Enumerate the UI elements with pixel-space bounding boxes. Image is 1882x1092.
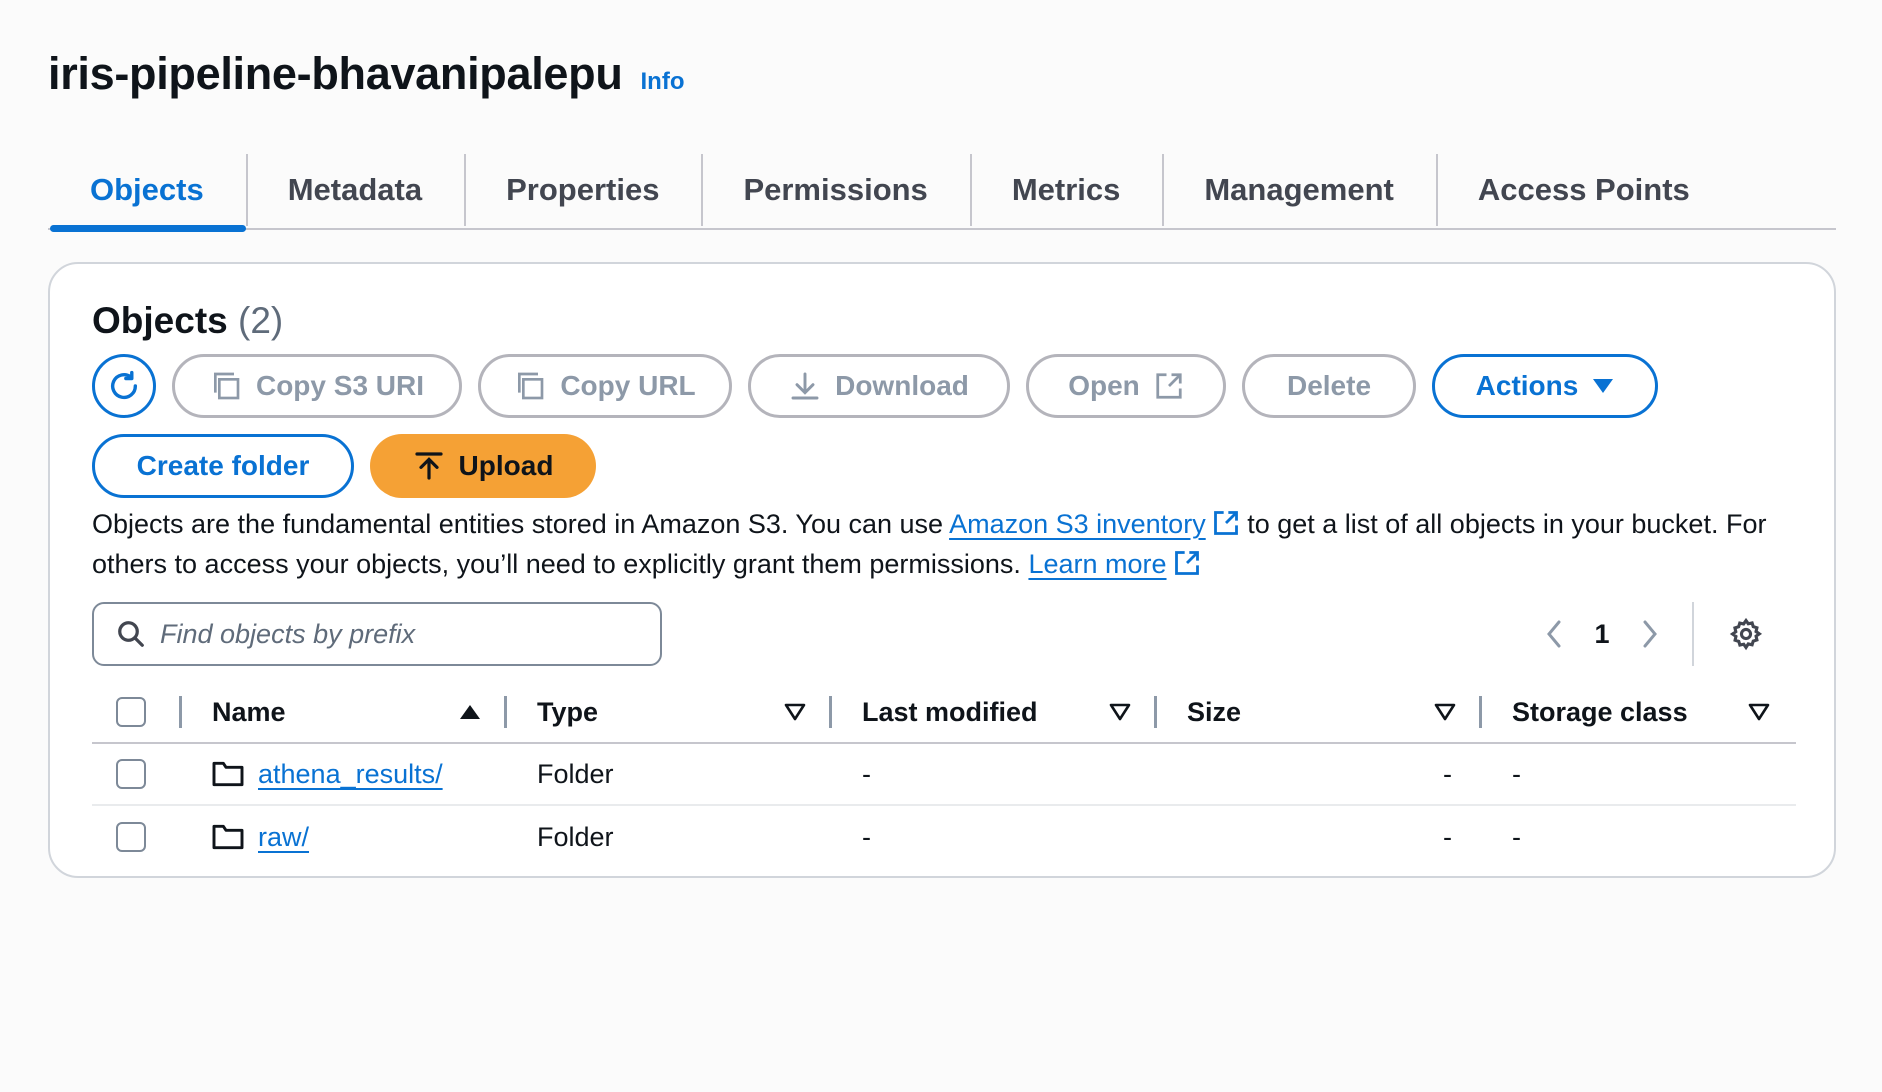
tab-objects[interactable]: Objects — [48, 152, 246, 232]
external-link-icon — [1174, 551, 1199, 575]
column-label: Name — [212, 696, 286, 727]
type-cell: Folder — [537, 821, 614, 852]
table-row: athena_results/ Folder - - - — [92, 744, 1796, 806]
create-folder-button[interactable]: Create folder — [92, 434, 354, 498]
external-link-icon — [1156, 373, 1182, 399]
previous-page-button[interactable] — [1526, 606, 1582, 662]
type-cell: Folder — [537, 758, 614, 789]
open-button[interactable]: Open — [1026, 354, 1226, 418]
folder-icon — [212, 824, 244, 850]
chevron-right-icon — [1643, 620, 1657, 648]
select-all-cell — [92, 682, 182, 742]
tab-metadata[interactable]: Metadata — [245, 152, 464, 228]
page-header: iris-pipeline-bhavanipalepu Info — [48, 48, 685, 100]
row-select-cell — [92, 744, 182, 804]
pagination-divider — [1692, 602, 1694, 666]
folder-link[interactable]: athena_results/ — [258, 759, 443, 790]
open-label: Open — [1068, 370, 1140, 401]
column-label: Size — [1187, 696, 1242, 727]
objects-table: Name Type Last modified Size Storage cla… — [92, 682, 1796, 868]
download-button[interactable]: Download — [748, 354, 1010, 418]
search-icon — [118, 621, 144, 647]
storage-class-cell: - — [1512, 758, 1521, 789]
column-label: Type — [537, 696, 599, 727]
last-modified-cell: - — [862, 758, 871, 789]
copy-s3-uri-label: Copy S3 URI — [255, 370, 425, 401]
page-title: iris-pipeline-bhavanipalepu — [48, 48, 623, 99]
sort-icon — [784, 703, 806, 721]
column-header-last-modified[interactable]: Last modified — [832, 682, 1157, 742]
tab-bar: Objects Metadata Properties Permissions … — [48, 152, 1836, 232]
name-cell: athena_results/ — [182, 744, 507, 804]
refresh-icon — [110, 370, 138, 400]
row-checkbox[interactable] — [116, 759, 146, 789]
download-label: Download — [835, 370, 969, 401]
create-folder-label: Create folder — [136, 450, 310, 481]
tab-metrics[interactable]: Metrics — [969, 152, 1163, 228]
copy-s3-uri-button[interactable]: Copy S3 URI — [172, 354, 462, 418]
actions-label: Actions — [1475, 370, 1579, 401]
folder-link[interactable]: raw/ — [258, 822, 309, 853]
row-checkbox[interactable] — [116, 822, 146, 852]
sort-icon — [1109, 703, 1131, 721]
current-page[interactable]: 1 — [1582, 619, 1622, 650]
table-header: Name Type Last modified Size Storage cla… — [92, 682, 1796, 744]
chevron-left-icon — [1547, 620, 1561, 648]
objects-container: Objects (2) Copy S3 URI Copy URL Downloa… — [48, 262, 1836, 878]
upload-icon — [414, 452, 443, 480]
refresh-button[interactable] — [92, 354, 156, 418]
objects-heading: Objects (2) — [92, 300, 283, 342]
sort-icon — [1434, 703, 1456, 721]
tab-management[interactable]: Management — [1162, 152, 1435, 228]
copy-url-label: Copy URL — [560, 370, 696, 401]
tab-properties[interactable]: Properties — [464, 152, 701, 228]
size-cell: - — [1157, 806, 1482, 868]
tab-permissions[interactable]: Permissions — [701, 152, 969, 228]
info-link[interactable]: Info — [641, 68, 685, 96]
tab-access-points[interactable]: Access Points — [1435, 152, 1732, 228]
column-header-size[interactable]: Size — [1157, 682, 1482, 742]
objects-title: Objects — [92, 300, 228, 341]
delete-label: Delete — [1286, 370, 1372, 401]
select-all-checkbox[interactable] — [116, 697, 146, 727]
sort-ascending-icon — [460, 705, 480, 719]
column-header-name[interactable]: Name — [182, 682, 507, 742]
copy-icon — [213, 372, 240, 400]
search-box[interactable] — [92, 602, 662, 666]
last-modified-cell: - — [862, 821, 871, 852]
row-select-cell — [92, 806, 182, 868]
external-link-icon — [1213, 511, 1238, 535]
column-label: Last modified — [862, 696, 1038, 727]
download-icon — [791, 372, 819, 400]
objects-count: (2) — [238, 300, 284, 341]
preferences-button[interactable] — [1718, 606, 1774, 662]
caret-down-icon — [1593, 379, 1614, 393]
next-page-button[interactable] — [1622, 606, 1678, 662]
column-header-storage-class[interactable]: Storage class — [1482, 682, 1796, 742]
upload-label: Upload — [458, 450, 554, 481]
upload-button[interactable]: Upload — [370, 434, 596, 498]
s3-inventory-link[interactable]: Amazon S3 inventory — [949, 509, 1206, 539]
folder-icon — [212, 761, 244, 787]
actions-button[interactable]: Actions — [1432, 354, 1658, 418]
delete-button[interactable]: Delete — [1242, 354, 1416, 418]
copy-icon — [518, 372, 544, 400]
column-header-type[interactable]: Type — [507, 682, 832, 742]
size-value: - — [1443, 758, 1452, 789]
storage-class-cell: - — [1512, 821, 1521, 852]
objects-description: Objects are the fundamental entities sto… — [92, 504, 1792, 584]
learn-more-link[interactable]: Learn more — [1028, 549, 1166, 579]
size-cell: - — [1157, 744, 1482, 804]
search-input[interactable] — [160, 618, 640, 650]
gear-icon — [1729, 617, 1763, 651]
table-row: raw/ Folder - - - — [92, 806, 1796, 868]
size-value: - — [1443, 821, 1452, 852]
column-label: Storage class — [1512, 696, 1688, 727]
description-text: Objects are the fundamental entities sto… — [92, 509, 950, 539]
copy-url-button[interactable]: Copy URL — [478, 354, 732, 418]
name-cell: raw/ — [182, 806, 507, 868]
sort-icon — [1748, 703, 1770, 721]
pagination: 1 — [1526, 602, 1774, 666]
